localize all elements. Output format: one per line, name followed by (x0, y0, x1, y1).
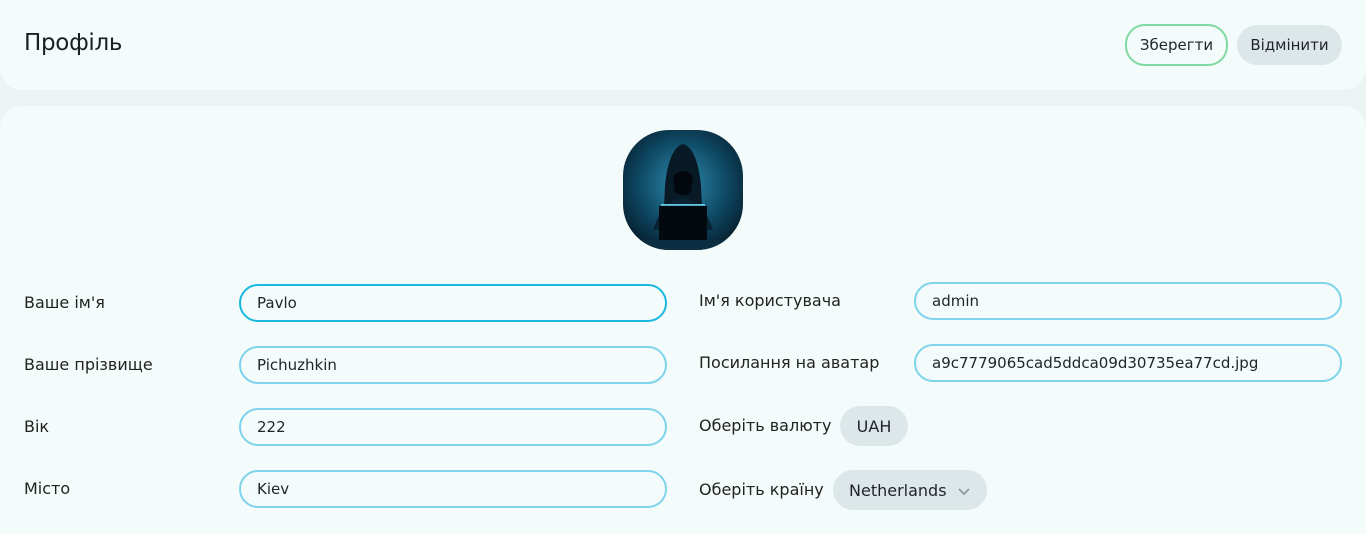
last-name-input[interactable] (239, 346, 667, 384)
country-value: Netherlands (849, 480, 947, 500)
cancel-button[interactable]: Відмінити (1237, 25, 1342, 65)
page-title: Профіль (24, 30, 123, 56)
header-bar: Профіль Зберегти Відмінити (0, 0, 1366, 90)
first-name-label: Ваше ім'я (24, 293, 105, 312)
chevron-down-icon (957, 481, 971, 500)
currency-value: UAH (856, 416, 892, 436)
age-input[interactable] (239, 408, 667, 446)
username-label: Ім'я користувача (699, 291, 841, 310)
username-input[interactable] (914, 282, 1342, 320)
avatar-link-input[interactable] (914, 344, 1342, 382)
city-input[interactable] (239, 470, 667, 508)
hooded-hacker-image (623, 130, 743, 250)
age-label: Вік (24, 417, 50, 436)
avatar-link-label: Посилання на аватар (699, 353, 880, 372)
first-name-input[interactable] (239, 284, 667, 322)
country-label: Оберіть країну (699, 480, 824, 499)
currency-label: Оберіть валюту (699, 416, 832, 435)
save-button[interactable]: Зберегти (1125, 24, 1228, 66)
country-select[interactable]: Netherlands (833, 470, 987, 510)
avatar (623, 130, 743, 250)
currency-select[interactable]: UAH (840, 406, 908, 446)
last-name-label: Ваше прізвище (24, 355, 153, 374)
city-label: Місто (24, 479, 71, 498)
